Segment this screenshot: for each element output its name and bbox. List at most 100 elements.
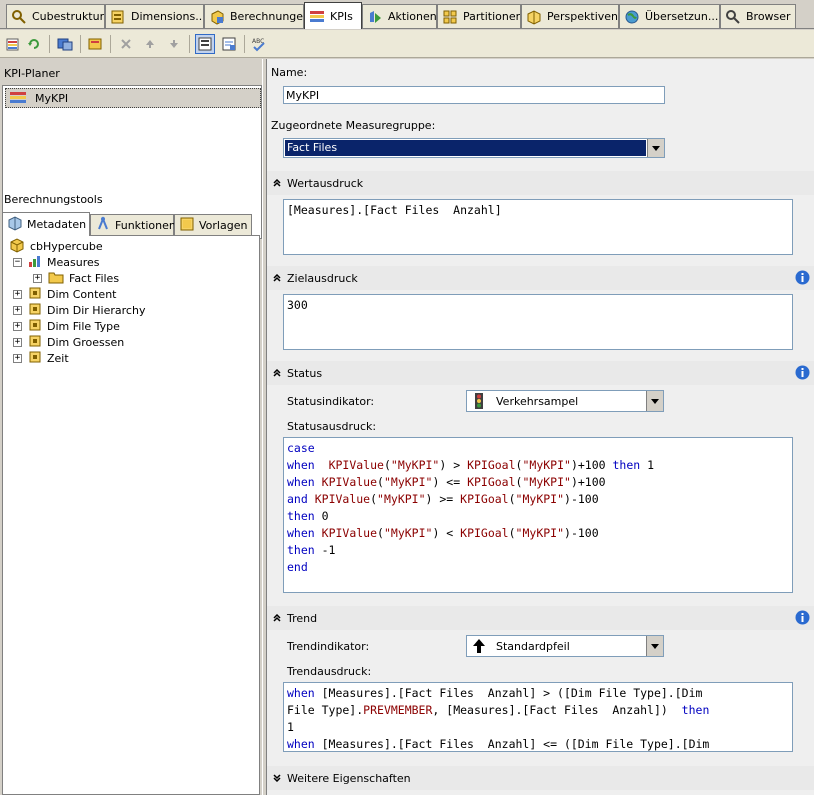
functions-icon — [95, 216, 111, 235]
dropdown-button[interactable] — [646, 391, 663, 411]
process-button[interactable] — [55, 34, 75, 54]
code-token: ) < — [432, 526, 461, 540]
tree-node-fact-files[interactable]: + Fact Files — [33, 270, 119, 286]
status-indicator-value: Verkehrsampel — [496, 394, 579, 408]
tab-browser[interactable]: Browser — [720, 4, 796, 28]
more-properties-header[interactable]: Weitere Eigenschaften — [267, 766, 814, 790]
tab-berechnungen[interactable]: Berechnungen — [204, 4, 304, 28]
trend-header[interactable]: Trend — [267, 606, 814, 630]
code-token: ) > — [439, 458, 468, 472]
expand-toggle[interactable]: + — [13, 289, 22, 299]
code-line: when KPIValue("MyKPI") > KPIGoal("MyKPI"… — [287, 457, 789, 474]
kpi-list-item[interactable]: MyKPI — [5, 88, 261, 108]
code-token: ( — [370, 492, 378, 506]
code-token: ( — [508, 526, 516, 540]
check-syntax-button[interactable]: ABC — [249, 34, 269, 54]
code-token: when — [287, 737, 315, 751]
tree-node-dim-groessen[interactable]: + Dim Groessen — [13, 334, 124, 350]
dimension-icon — [28, 334, 42, 351]
subtab-label: Vorlagen — [199, 219, 248, 232]
code-token: "MyKPI" — [522, 458, 571, 472]
tab-perspektiven[interactable]: Perspektiven — [521, 4, 619, 28]
goal-expression-editor[interactable]: 300 — [283, 294, 793, 350]
form-view-toggle[interactable] — [195, 34, 215, 54]
tab-aktionen[interactable]: Aktionen — [362, 4, 437, 28]
dropdown-button[interactable] — [646, 636, 663, 656]
code-line: when [Measures].[Fact Files Anzahl] <= (… — [287, 736, 789, 751]
script-view-button[interactable] — [219, 34, 239, 54]
tree-node-cube[interactable]: cbHypercube — [9, 237, 103, 256]
tab-metadaten[interactable]: Metadaten — [2, 212, 90, 236]
code-token: when — [287, 686, 315, 700]
perspectives-icon — [526, 9, 542, 25]
kpi-form: Name: MyKPI Zugeordnete Measuregruppe: F… — [267, 59, 814, 795]
tree-node-dim-content[interactable]: + Dim Content — [13, 286, 117, 302]
value-expression-editor[interactable]: [Measures].[Fact Files Anzahl] — [283, 199, 793, 255]
delete-icon — [121, 39, 131, 49]
trend-expression-editor[interactable]: when [Measures].[Fact Files Anzahl] > ([… — [283, 682, 793, 752]
new-kpi-button[interactable] — [3, 34, 23, 54]
code-token: KPIGoal — [467, 458, 516, 472]
subtab-label: Funktionen — [115, 219, 176, 232]
tab-cubestruktur[interactable]: Cubestruktur — [6, 4, 105, 28]
dimension-icon — [28, 318, 42, 335]
tab-funktionen[interactable]: Funktionen — [90, 214, 176, 236]
tree-node-zeit[interactable]: + Zeit — [13, 350, 69, 366]
status-expression-editor[interactable]: case when KPIValue("MyKPI") > KPIGoal("My… — [283, 437, 793, 593]
measure-group-select[interactable]: Fact Files — [283, 138, 665, 158]
code-token: ( — [377, 475, 384, 489]
code-line: and KPIValue("MyKPI") >= KPIGoal("MyKPI"… — [287, 491, 789, 508]
code-token: ) >= — [425, 492, 461, 506]
tree-node-measures[interactable]: − Measures — [13, 254, 99, 270]
tree-node-label: Dim Dir Hierarchy — [47, 303, 146, 317]
move-down-button[interactable] — [164, 34, 184, 54]
tab-kpis[interactable]: KPIs — [304, 2, 362, 29]
tab-label: Cubestruktur — [32, 10, 105, 23]
code-token: KPIValue — [321, 475, 378, 489]
tab-uebersetzungen[interactable]: Übersetzun... — [619, 4, 720, 28]
collapse-toggle[interactable]: − — [13, 257, 22, 267]
tree-node-dim-dir-hierarchy[interactable]: + Dim Dir Hierarchy — [13, 302, 145, 318]
status-indicator-select[interactable]: Verkehrsampel — [466, 390, 664, 412]
name-input[interactable]: MyKPI — [283, 86, 665, 104]
cube-icon — [9, 237, 25, 256]
reconnect-button[interactable] — [24, 34, 44, 54]
globe-icon — [624, 9, 640, 25]
dimension-usage-icon — [110, 9, 126, 25]
expand-toggle[interactable]: + — [13, 321, 22, 331]
section-title: Status — [287, 366, 323, 380]
tab-vorlagen[interactable]: Vorlagen — [174, 214, 252, 236]
code-token: then — [287, 543, 315, 557]
traffic-light-icon — [475, 393, 483, 409]
code-line: File Type].PREVMEMBER, [Measures].[Fact … — [287, 702, 789, 719]
expand-toggle[interactable]: + — [13, 337, 22, 347]
expand-toggle[interactable]: + — [13, 353, 22, 363]
tab-label: Browser — [746, 10, 791, 23]
status-indicator-label: Statusindikator: — [287, 395, 375, 408]
form-view-button[interactable] — [85, 34, 105, 54]
calc-tools-title: Berechnungstools — [4, 193, 103, 206]
tab-dimensions[interactable]: Dimensions... — [105, 4, 204, 28]
dropdown-button[interactable] — [647, 139, 664, 157]
tree-node-dim-file-type[interactable]: + Dim File Type — [13, 318, 120, 334]
collapse-chevron-icon — [273, 274, 281, 282]
tab-label: Perspektiven — [547, 10, 619, 23]
code-token: then — [681, 703, 710, 717]
tree-node-label: Zeit — [47, 351, 69, 365]
expand-toggle[interactable]: + — [13, 305, 22, 315]
spell-check-icon: ABC — [252, 38, 265, 52]
section-title: Wertausdruck — [287, 176, 364, 190]
trend-indicator-select[interactable]: Standardpfeil — [466, 635, 664, 657]
status-header[interactable]: Status — [267, 361, 814, 385]
goal-expression-header[interactable]: Zielausdruck — [267, 266, 814, 290]
calc-tools-tabs: Metadaten Funktionen Vorlagen — [0, 212, 264, 236]
tab-partitionen[interactable]: Partitionen — [437, 4, 521, 28]
measure-group-value: Fact Files — [285, 140, 646, 156]
expand-toggle[interactable]: + — [33, 273, 42, 283]
tab-label: KPIs — [330, 9, 353, 23]
value-expression-header[interactable]: Wertausdruck — [267, 171, 814, 195]
delete-button[interactable] — [116, 34, 136, 54]
move-up-button[interactable] — [140, 34, 160, 54]
code-token: 1 — [640, 458, 655, 472]
